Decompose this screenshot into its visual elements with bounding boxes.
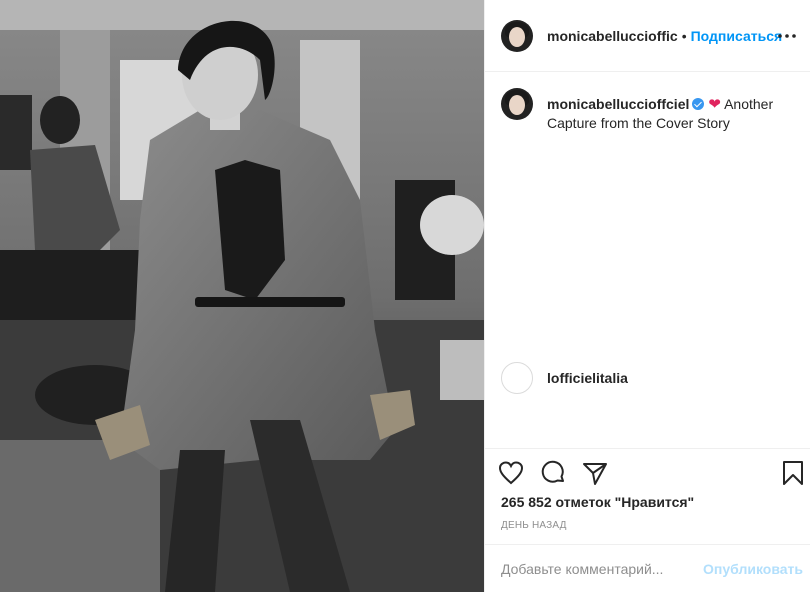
more-horizontal-icon[interactable]	[773, 22, 801, 50]
share-icon[interactable]	[581, 459, 609, 487]
post-side-panel: monicabelluccioffic • Подписаться monica…	[484, 0, 810, 592]
partial-comment: lofficielitalia	[501, 362, 628, 394]
follow-button[interactable]: Подписаться	[691, 28, 783, 44]
comment-input[interactable]	[501, 560, 701, 577]
post-actions	[485, 448, 810, 498]
header-text: monicabelluccioffic • Подписаться	[547, 28, 782, 44]
caption-username[interactable]: monicabelluccioffciel	[547, 96, 689, 112]
post-photo[interactable]	[0, 0, 484, 592]
verified-badge-icon	[692, 98, 705, 110]
comment-username[interactable]: lofficielitalia	[547, 370, 628, 386]
bookmark-icon[interactable]	[779, 459, 807, 487]
author-username[interactable]: monicabelluccioffic	[547, 28, 678, 44]
likes-count[interactable]: 265 852 отметок "Нравится"	[501, 494, 694, 510]
avatar-face	[509, 95, 525, 115]
comment-avatar[interactable]	[501, 362, 533, 394]
add-comment-bar: Опубликовать	[485, 544, 810, 592]
header-separator: •	[681, 27, 687, 44]
publish-button[interactable]: Опубликовать	[703, 561, 803, 577]
post-photo-image	[0, 0, 484, 592]
author-avatar[interactable]	[501, 19, 533, 52]
post-header: monicabelluccioffic • Подписаться	[485, 0, 810, 72]
comment-icon[interactable]	[539, 459, 567, 487]
caption-comment: monicabelluccioffciel ❤ Another Capture f…	[501, 88, 795, 132]
caption-body: monicabelluccioffciel ❤ Another Capture f…	[547, 95, 791, 132]
heart-icon[interactable]	[497, 459, 525, 487]
red-heart-emoji-icon: ❤	[708, 96, 721, 113]
caption-avatar[interactable]	[501, 88, 533, 120]
avatar-face	[509, 26, 525, 47]
post-timestamp[interactable]: день назад	[501, 520, 567, 531]
